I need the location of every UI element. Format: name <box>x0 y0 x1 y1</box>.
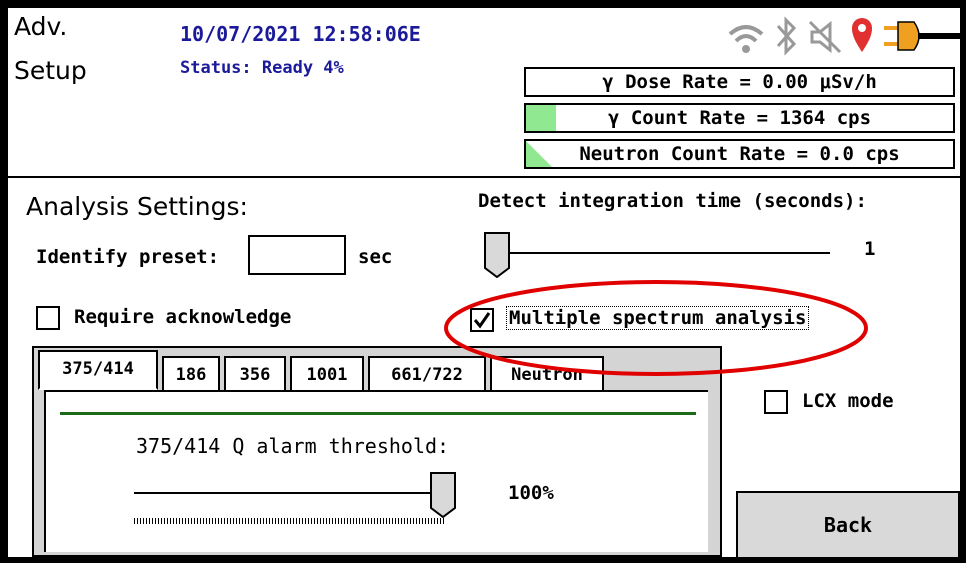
lcx-mode-label: LCX mode <box>802 390 894 412</box>
gamma-count-bar <box>526 105 556 131</box>
integration-time-label: Detect integration time (seconds): <box>478 190 867 212</box>
wifi-icon <box>728 25 764 53</box>
neutron-count-rate: Neutron Count Rate = 0.0 cps <box>524 139 955 169</box>
highlight-ellipse <box>444 280 868 376</box>
page-title-line1: Adv. <box>14 12 68 41</box>
tab-186[interactable]: 186 <box>162 356 220 390</box>
datetime: 10/07/2021 12:58:06E <box>180 22 421 46</box>
threshold-slider-track <box>134 492 444 494</box>
require-acknowledge-label: Require acknowledge <box>74 306 292 328</box>
neutron-count-bar <box>526 141 552 167</box>
power-plug-icon <box>884 21 960 51</box>
analysis-settings-heading: Analysis Settings: <box>26 192 248 221</box>
require-acknowledge-checkbox[interactable] <box>36 306 60 330</box>
threshold-slider-ticks <box>134 518 446 524</box>
header-divider <box>8 176 960 178</box>
tab-panel: 375/414 Q alarm threshold: 100% <box>44 390 708 552</box>
identify-preset-input[interactable] <box>248 235 346 275</box>
lcx-mode-checkbox[interactable] <box>764 390 788 414</box>
threshold-value: 100% <box>508 482 554 504</box>
gamma-dose-rate-text: γ Dose Rate = 0.00 μSv/h <box>602 71 877 93</box>
integration-time-slider[interactable] <box>484 230 830 280</box>
threshold-slider[interactable] <box>134 472 458 524</box>
integration-slider-track <box>484 252 830 254</box>
tab-375-414[interactable]: 375/414 <box>38 350 158 390</box>
location-pin-icon <box>852 18 872 52</box>
identify-preset-label: Identify preset: <box>36 246 220 268</box>
page-title-line2: Setup <box>14 56 87 85</box>
mute-icon <box>808 20 842 54</box>
neutron-count-rate-text: Neutron Count Rate = 0.0 cps <box>579 143 900 165</box>
screen: Adv. Setup 10/07/2021 12:58:06E Status: … <box>8 8 960 557</box>
threshold-label: 375/414 Q alarm threshold: <box>136 434 450 458</box>
tab-356[interactable]: 356 <box>224 356 286 390</box>
tab-1001[interactable]: 1001 <box>290 356 364 390</box>
integration-time-value: 1 <box>864 238 876 260</box>
gamma-count-rate-text: γ Count Rate = 1364 cps <box>607 107 872 129</box>
panel-divider <box>60 412 696 415</box>
threshold-slider-thumb[interactable] <box>430 472 456 518</box>
gamma-count-rate: γ Count Rate = 1364 cps <box>524 103 955 133</box>
gamma-dose-rate: γ Dose Rate = 0.00 μSv/h <box>524 67 955 97</box>
integration-slider-thumb[interactable] <box>484 232 510 278</box>
back-button[interactable]: Back <box>736 491 960 557</box>
bluetooth-icon <box>776 16 797 56</box>
identify-preset-unit: sec <box>358 246 393 268</box>
status-text: Status: Ready 4% <box>180 58 344 78</box>
